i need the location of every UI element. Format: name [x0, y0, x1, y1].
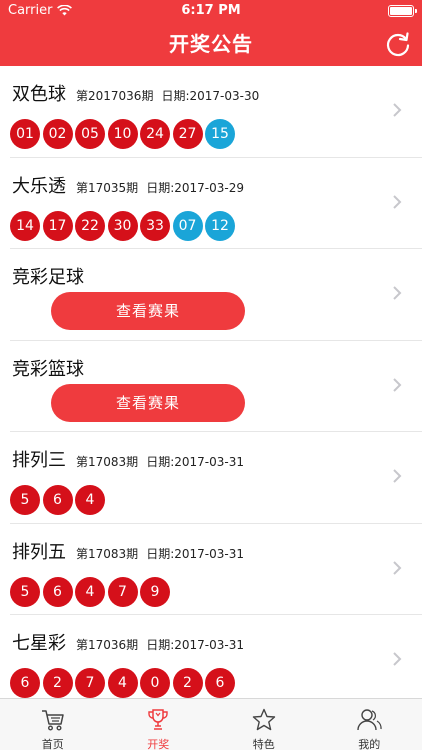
- tab-label: 我的: [358, 738, 381, 750]
- red-ball: 24: [140, 119, 170, 149]
- number-balls: 14 17 22 30 33 07 12: [10, 210, 235, 241]
- number-balls: 6 2 7 4 0 2 6: [10, 668, 235, 698]
- tab-label: 特色: [252, 738, 275, 750]
- lottery-name: 七星彩: [12, 633, 66, 654]
- page-title: 开奖公告: [169, 32, 253, 56]
- lottery-date: 日期:2017-03-31: [146, 455, 244, 469]
- lottery-row-jingcai-football[interactable]: 竞彩足球 查看赛果: [10, 249, 422, 341]
- lottery-date: 日期:2017-03-31: [146, 638, 244, 652]
- red-ball: 4: [107, 668, 138, 698]
- number-balls: 01 02 05 10 24 27 15: [10, 119, 235, 149]
- lottery-row-pailie3[interactable]: 排列三 第17083期 日期:2017-03-31 5 6 4: [10, 432, 422, 524]
- red-ball: 17: [42, 210, 73, 241]
- red-ball: 4: [75, 485, 105, 515]
- red-ball: 30: [107, 210, 138, 241]
- blue-ball: 12: [205, 210, 235, 241]
- lottery-issue: 第17083期: [76, 455, 139, 469]
- view-results-button[interactable]: 查看赛果: [51, 383, 245, 422]
- red-ball: 9: [140, 576, 170, 607]
- lottery-date: 日期:2017-03-31: [146, 546, 244, 561]
- tab-features[interactable]: 特色: [211, 699, 317, 750]
- red-ball: 01: [10, 119, 40, 149]
- user-icon: [357, 709, 382, 731]
- lottery-name: 竞彩篮球: [12, 358, 84, 380]
- tab-label: 开奖: [147, 738, 170, 750]
- lottery-issue: 第17036期: [76, 638, 139, 652]
- chevron-right-icon: [393, 194, 402, 209]
- lottery-row-jingcai-basketball[interactable]: 竞彩篮球 查看赛果: [10, 341, 422, 432]
- lottery-date: 日期:2017-03-30: [161, 89, 260, 103]
- view-results-button[interactable]: 查看赛果: [51, 292, 245, 330]
- lottery-issue: 第2017036期: [76, 89, 154, 103]
- lottery-name: 排列五: [12, 541, 66, 563]
- red-ball: 0: [140, 668, 170, 698]
- lottery-name: 竞彩足球: [12, 267, 84, 288]
- lottery-row-daletou[interactable]: 大乐透 第17035期 日期:2017-03-29 14 17 22 30 33…: [10, 158, 422, 249]
- red-ball: 6: [42, 485, 73, 515]
- number-balls: 5 6 4: [10, 485, 105, 515]
- red-ball: 05: [75, 119, 105, 149]
- red-ball: 14: [10, 210, 40, 241]
- battery-icon: [388, 5, 417, 17]
- lottery-date: 日期:2017-03-29: [146, 180, 244, 195]
- chevron-right-icon: [393, 103, 402, 117]
- trophy-icon: [148, 709, 168, 730]
- lottery-list: 双色球 第2017036期 日期:2017-03-30 01 02 05 10 …: [0, 66, 422, 698]
- red-ball: 7: [107, 576, 138, 607]
- chevron-right-icon: [393, 286, 402, 300]
- red-ball: 27: [172, 119, 203, 149]
- number-balls: 5 6 4 7 9: [10, 576, 170, 607]
- cart-icon: [41, 710, 64, 731]
- tab-label: 首页: [41, 738, 64, 750]
- red-ball: 33: [140, 210, 170, 241]
- star-icon: [252, 708, 275, 731]
- red-ball: 5: [10, 576, 40, 607]
- chevron-right-icon: [393, 377, 402, 392]
- lottery-issue: 第17083期: [76, 546, 139, 561]
- chevron-right-icon: [393, 469, 402, 483]
- red-ball: 4: [75, 576, 105, 607]
- status-time: 6:17 PM: [181, 3, 241, 18]
- tab-home[interactable]: 首页: [0, 699, 106, 750]
- red-ball: 6: [205, 668, 235, 698]
- status-bar: Carrier 6:17 PM: [0, 0, 422, 22]
- lottery-name: 大乐透: [12, 175, 66, 197]
- blue-ball: 15: [205, 119, 235, 149]
- chevron-right-icon: [393, 560, 402, 575]
- red-ball: 22: [75, 210, 105, 241]
- lottery-row-pailie5[interactable]: 排列五 第17083期 日期:2017-03-31 5 6 4 7 9: [10, 524, 422, 615]
- red-ball: 7: [75, 668, 105, 698]
- red-ball: 5: [10, 485, 40, 515]
- navigation-bar: Carrier 6:17 PM 开奖公告: [0, 0, 422, 66]
- tab-bar: 首页 开奖 特色 我的: [0, 698, 422, 750]
- red-ball: 02: [42, 119, 73, 149]
- red-ball: 2: [42, 668, 73, 698]
- red-ball: 10: [107, 119, 138, 149]
- blue-ball: 07: [172, 210, 203, 241]
- refresh-icon[interactable]: [384, 30, 412, 58]
- lottery-row-shuangseqiu[interactable]: 双色球 第2017036期 日期:2017-03-30 01 02 05 10 …: [10, 66, 422, 158]
- lottery-name: 排列三: [12, 450, 66, 471]
- lottery-name: 双色球: [12, 84, 66, 105]
- tab-lottery-results[interactable]: 开奖: [106, 699, 212, 750]
- tab-profile[interactable]: 我的: [317, 699, 422, 750]
- lottery-row-qixingcai[interactable]: 七星彩 第17036期 日期:2017-03-31 6 2 7 4 0 2 6: [10, 615, 422, 698]
- lottery-issue: 第17035期: [76, 180, 139, 195]
- red-ball: 6: [42, 576, 73, 607]
- chevron-right-icon: [393, 652, 402, 666]
- red-ball: 2: [172, 668, 203, 698]
- red-ball: 6: [10, 668, 40, 698]
